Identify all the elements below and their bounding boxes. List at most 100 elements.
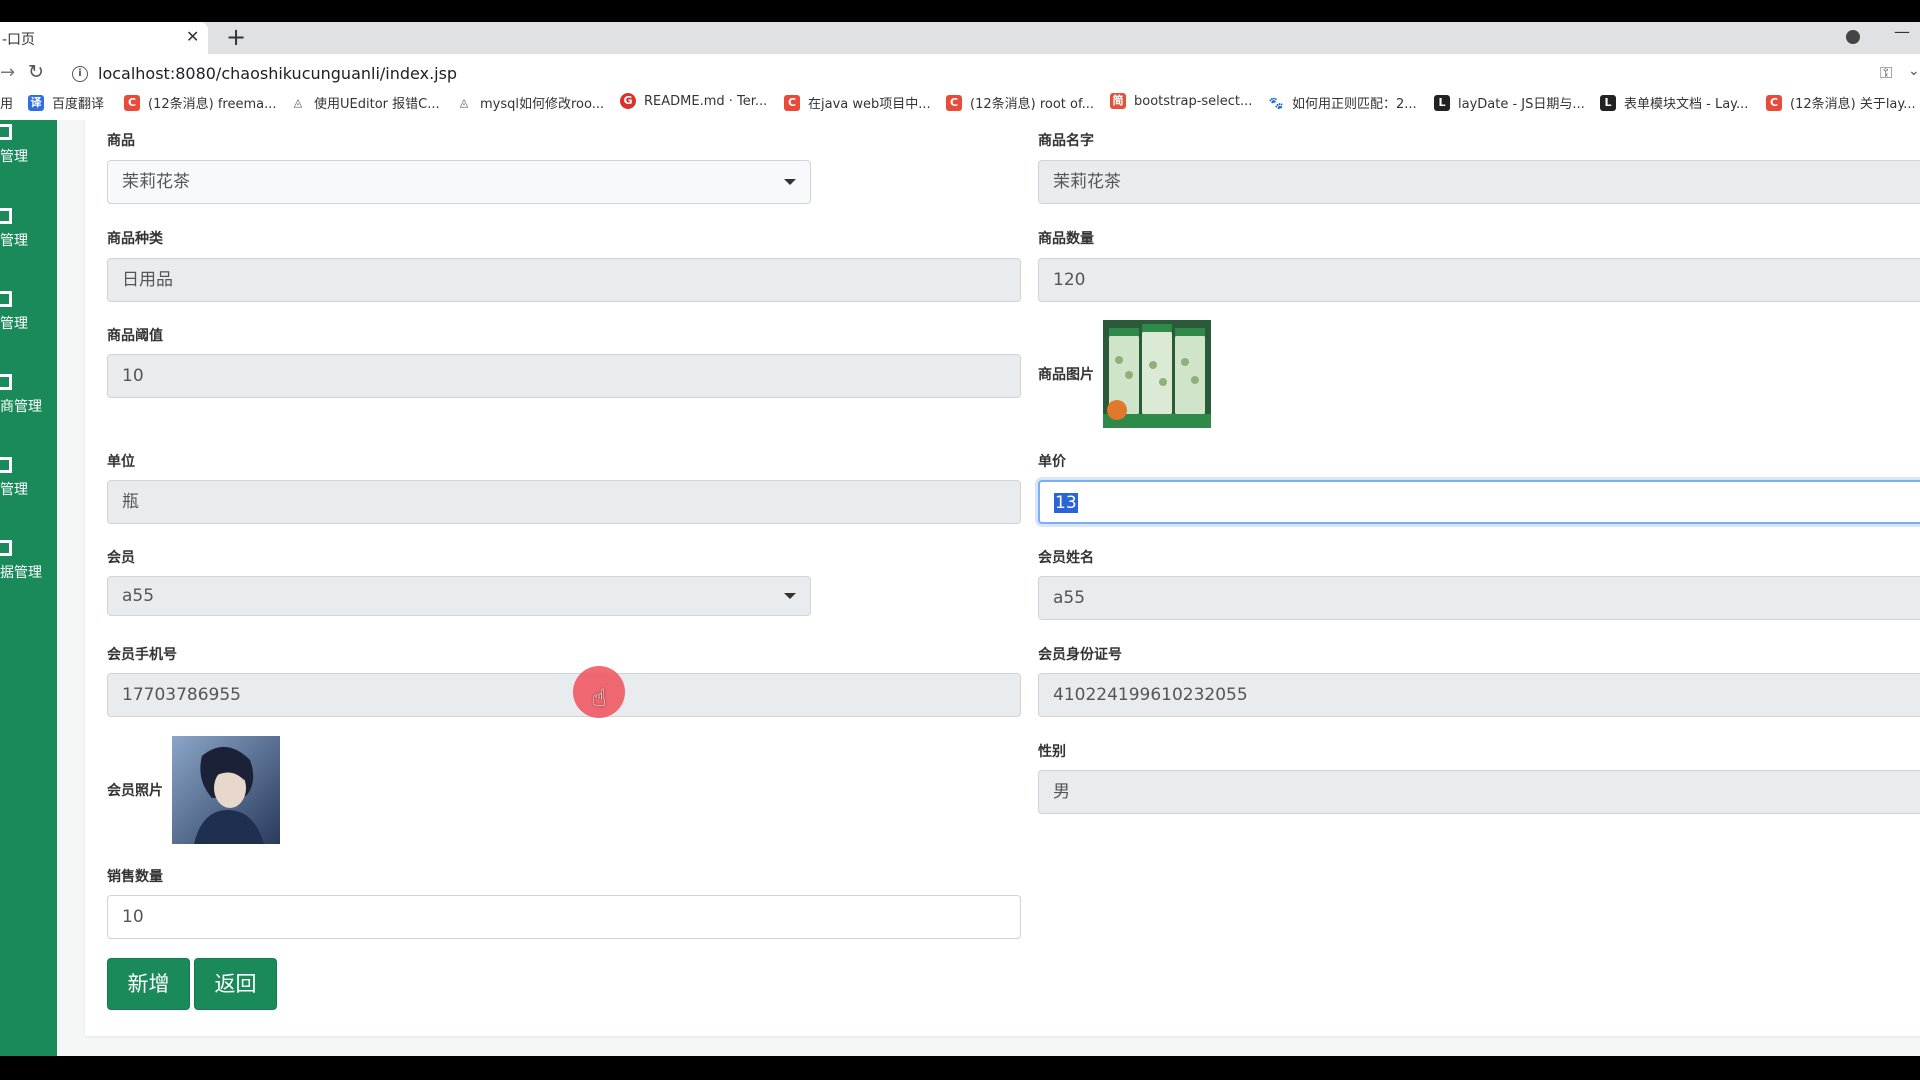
monitor-icon bbox=[0, 457, 12, 473]
new-tab-button[interactable]: + bbox=[226, 23, 246, 51]
bookmark-label: (12条消息) root of... bbox=[970, 97, 1094, 112]
unit-price-input[interactable]: 13 bbox=[1038, 480, 1920, 524]
avatar-icon bbox=[172, 736, 280, 844]
bookmark-item[interactable]: 用 bbox=[0, 93, 13, 112]
bookmark-label: README.md · Ter... bbox=[644, 93, 768, 109]
browser-tab-strip: -口页 ✕ + — bbox=[0, 22, 1920, 54]
bookmark-label: 在java web项目中... bbox=[808, 97, 931, 112]
sidebar-item-label: 据管理 bbox=[0, 565, 42, 581]
caret-down-icon bbox=[784, 593, 796, 599]
bookmark-item[interactable]: C (12条消息) 关于lay... bbox=[1766, 93, 1916, 112]
unit-label: 单位 bbox=[107, 454, 135, 470]
bookmark-item[interactable]: C (12条消息) freema... bbox=[124, 93, 276, 112]
category-label: 商品种类 bbox=[107, 231, 163, 247]
bookmark-label: 如何用正则匹配：2... bbox=[1292, 97, 1417, 112]
bookmarks-bar: 用 译百度翻译 C (12条消息) freema... ◬ 使用UEditor 报错… bbox=[0, 86, 1920, 120]
monitor-icon bbox=[0, 208, 12, 224]
monitor-icon bbox=[0, 540, 12, 556]
back-arrow-icon[interactable]: → bbox=[0, 62, 15, 83]
member-name-field[interactable]: a55 bbox=[1038, 576, 1920, 620]
threshold-field[interactable]: 10 bbox=[107, 354, 1021, 398]
product-name-label: 商品名字 bbox=[1038, 133, 1094, 149]
sidebar-item-6[interactable]: 据管理 bbox=[0, 540, 57, 600]
csdn-icon: C bbox=[946, 94, 962, 111]
unit-field[interactable]: 瓶 bbox=[107, 480, 1021, 524]
sale-quantity-input[interactable]: 10 bbox=[107, 895, 1021, 939]
browser-tab[interactable]: -口页 ✕ bbox=[0, 22, 208, 54]
baidu-icon: 🐾 bbox=[1268, 95, 1284, 110]
gender-label: 性别 bbox=[1038, 744, 1066, 760]
gender-field[interactable]: 男 bbox=[1038, 770, 1920, 814]
member-id-value: 410224199610232055 bbox=[1053, 685, 1248, 705]
bookmark-item[interactable]: C 在java web项目中... bbox=[784, 93, 931, 112]
minimize-icon[interactable]: — bbox=[1894, 22, 1910, 41]
sale-quantity-label: 销售数量 bbox=[107, 869, 163, 885]
quantity-field[interactable]: 120 bbox=[1038, 258, 1920, 302]
sidebar-item-5[interactable]: 管理 bbox=[0, 457, 57, 517]
bookmark-item[interactable]: 简 bootstrap-select... bbox=[1110, 93, 1252, 109]
product-select-value: 茉莉花茶 bbox=[122, 172, 190, 192]
close-tab-icon[interactable]: ✕ bbox=[186, 27, 199, 46]
member-label: 会员 bbox=[107, 550, 135, 566]
product-name-value: 茉莉花茶 bbox=[1053, 172, 1121, 192]
back-button[interactable]: 返回 bbox=[194, 958, 277, 1010]
site-info-icon[interactable]: i bbox=[72, 66, 88, 82]
member-phone-value: 17703786955 bbox=[122, 685, 241, 705]
product-select[interactable]: 茉莉花茶 bbox=[107, 160, 811, 204]
gender-value: 男 bbox=[1053, 782, 1070, 802]
sidebar-item-1[interactable]: 管理 bbox=[0, 124, 57, 184]
bookmark-item[interactable]: L 表单模块文档 - Lay... bbox=[1600, 93, 1748, 112]
hand-cursor-icon: ☝ bbox=[592, 684, 607, 712]
bookmark-item[interactable]: 译百度翻译 bbox=[28, 93, 104, 112]
bookmark-label: 百度翻译 bbox=[52, 97, 105, 112]
bookmark-item[interactable]: ◬ 使用UEditor 报错C... bbox=[290, 93, 440, 113]
member-photo bbox=[172, 736, 280, 844]
member-photo-label: 会员照片 bbox=[107, 783, 163, 799]
bookmark-label: 使用UEditor 报错C... bbox=[314, 97, 440, 112]
sidebar-item-2[interactable]: 管理 bbox=[0, 208, 57, 268]
bookmark-item[interactable]: ◬ mysql如何修改roo... bbox=[456, 93, 604, 113]
member-select[interactable]: a55 bbox=[107, 576, 811, 616]
sidebar-item-label: 管理 bbox=[0, 316, 28, 332]
profile-icon[interactable] bbox=[1846, 30, 1860, 44]
quantity-label: 商品数量 bbox=[1038, 231, 1094, 247]
bookmark-item[interactable]: 🐾 如何用正则匹配：2... bbox=[1268, 93, 1417, 113]
url-field[interactable]: localhost:8080/chaoshikucunguanli/index.… bbox=[98, 64, 457, 83]
tab-title: -口页 bbox=[2, 32, 36, 48]
sale-form-card: 商品 茉莉花茶 商品名字 茉莉花茶 商品种类 日用品 商品数量 120 商品阈值… bbox=[85, 120, 1920, 1036]
monitor-icon bbox=[0, 374, 12, 390]
member-id-label: 会员身份证号 bbox=[1038, 647, 1122, 663]
product-image-label: 商品图片 bbox=[1038, 367, 1094, 383]
csdn-icon: C bbox=[124, 94, 140, 111]
bookmark-item[interactable]: G README.md · Ter... bbox=[620, 93, 767, 109]
quantity-value: 120 bbox=[1053, 270, 1086, 290]
product-image bbox=[1103, 320, 1211, 428]
product-label: 商品 bbox=[107, 133, 135, 149]
layui-icon: L bbox=[1434, 94, 1450, 111]
bookmark-label: 用 bbox=[0, 97, 14, 112]
bookmark-label: layDate - JS日期与... bbox=[1458, 97, 1585, 112]
site-icon: ◬ bbox=[459, 95, 469, 109]
bookmark-item[interactable]: LlayDate - JS日期与... bbox=[1434, 93, 1585, 112]
add-button[interactable]: 新增 bbox=[107, 958, 190, 1010]
sidebar-item-label: 管理 bbox=[0, 482, 28, 498]
sidebar-item-label: 管理 bbox=[0, 149, 28, 165]
category-field[interactable]: 日用品 bbox=[107, 258, 1021, 302]
key-icon[interactable]: ⚿ bbox=[1880, 63, 1892, 83]
chevron-icon[interactable]: ⌄ bbox=[1908, 63, 1920, 79]
bookmark-item[interactable]: C (12条消息) root of... bbox=[946, 93, 1094, 112]
category-value: 日用品 bbox=[122, 270, 173, 290]
bookmark-label: (12条消息) 关于lay... bbox=[1790, 97, 1916, 112]
main-content: 商品 茉莉花茶 商品名字 茉莉花茶 商品种类 日用品 商品数量 120 商品阈值… bbox=[57, 120, 1920, 1056]
member-phone-field[interactable]: 17703786955 bbox=[107, 673, 1021, 717]
sidebar-item-3[interactable]: 管理 bbox=[0, 291, 57, 351]
product-name-field[interactable]: 茉莉花茶 bbox=[1038, 160, 1920, 204]
sale-quantity-value: 10 bbox=[122, 907, 144, 927]
member-id-field[interactable]: 410224199610232055 bbox=[1038, 673, 1920, 717]
member-name-label: 会员姓名 bbox=[1038, 550, 1094, 566]
sidebar-item-4[interactable]: 商管理 bbox=[0, 374, 57, 434]
unit-price-value: 13 bbox=[1054, 493, 1078, 513]
unit-value: 瓶 bbox=[122, 492, 139, 512]
bookmark-label: (12条消息) freema... bbox=[148, 97, 277, 112]
reload-icon[interactable]: ↻ bbox=[28, 61, 44, 83]
